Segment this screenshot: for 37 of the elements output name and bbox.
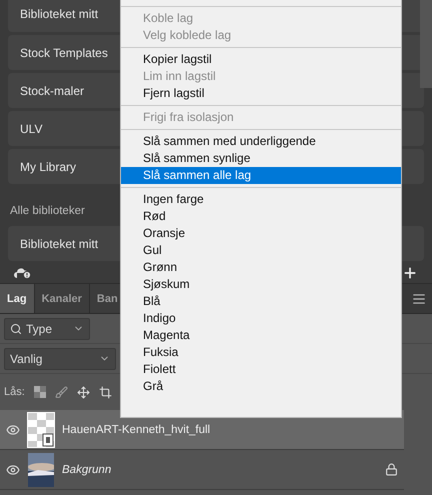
crop-icon[interactable] (98, 386, 112, 398)
menu-item[interactable]: Fuksia (121, 344, 401, 361)
layer-thumbnail (28, 412, 54, 446)
panel-tab[interactable]: Kanaler (34, 284, 90, 313)
menu-item[interactable]: Kopier lagstil (121, 51, 401, 68)
section-title: Alle biblioteker (10, 205, 85, 217)
filter-dropdown[interactable]: Type (4, 318, 90, 340)
add-icon[interactable] (402, 264, 418, 280)
cloud-warning-icon[interactable] (14, 266, 32, 278)
search-icon (10, 322, 22, 334)
menu-icon[interactable] (412, 292, 426, 306)
lock-icon[interactable] (385, 463, 398, 476)
brush-icon[interactable] (54, 386, 68, 398)
lock-label: Lås: (4, 386, 25, 398)
layer-name: HauenART-Kenneth_hvit_full (62, 424, 212, 436)
menu-item[interactable]: Slå sammen med underliggende (121, 133, 401, 150)
menu-item[interactable]: Gul (121, 242, 401, 259)
menu-item[interactable]: Magenta (121, 327, 401, 344)
menu-item[interactable]: Grønn (121, 259, 401, 276)
checkerboard-icon[interactable] (34, 386, 46, 398)
menu-item[interactable]: Fiolett (121, 361, 401, 378)
menu-item[interactable]: Rød (121, 208, 401, 225)
menu-item[interactable]: Grå (121, 378, 401, 395)
move-icon[interactable] (76, 386, 90, 398)
menu-item[interactable]: Slå sammen synlige (121, 150, 401, 167)
panel-tab[interactable]: Lag (0, 284, 35, 313)
blend-mode-dropdown[interactable]: Vanlig (4, 348, 116, 370)
menu-item[interactable]: Ingen farge (121, 191, 401, 208)
layer-name: Bakgrunn (62, 464, 112, 476)
menu-item[interactable]: Fjern lagstil (121, 85, 401, 102)
layer-row[interactable]: Bakgrunn (0, 450, 404, 490)
menu-item[interactable]: Indigo (121, 310, 401, 327)
menu-item[interactable]: Slå sammen alle lag (121, 167, 401, 184)
scrollbar-thumb[interactable] (420, 0, 432, 88)
menu-item[interactable]: Oransje (121, 225, 401, 242)
eye-icon[interactable] (6, 422, 20, 436)
eye-icon[interactable] (6, 462, 20, 476)
